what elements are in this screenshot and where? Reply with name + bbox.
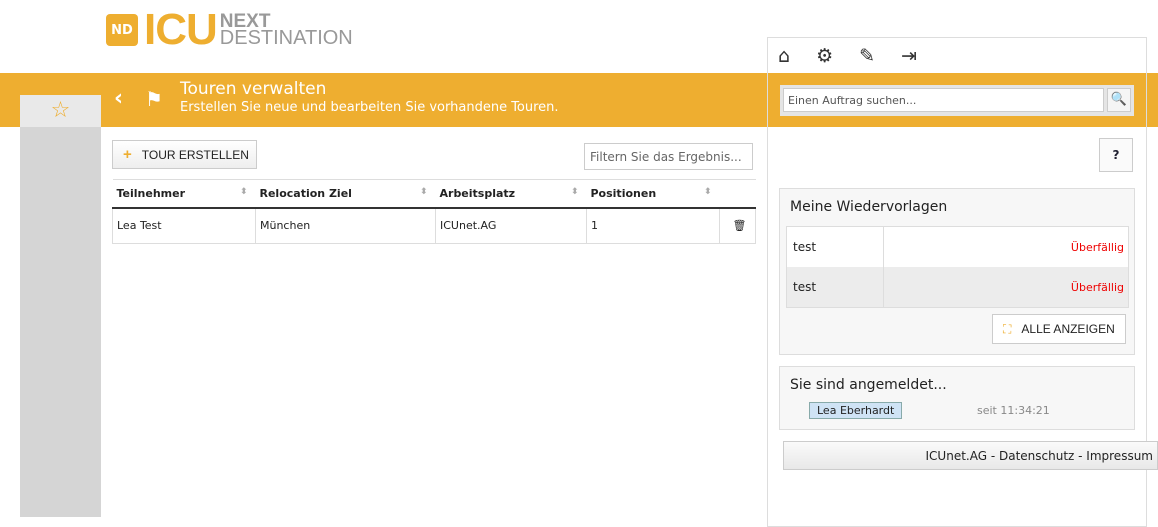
gear-icon[interactable]: ⚙ [816,45,833,67]
user-badge[interactable]: Lea Eberhardt [809,402,903,419]
panel-title: Sie sind angemeldet... [790,377,947,393]
logo-line2: DESTINATION [219,27,353,49]
filter-input[interactable] [584,143,753,170]
login-time: seit 11:34:21 [977,404,1050,417]
trash-icon[interactable]: 🗑 [719,207,756,244]
order-search-input[interactable] [783,88,1104,112]
create-tour-button[interactable]: + TOUR ERSTELLEN [112,140,257,169]
logout-icon[interactable]: ⇥ [901,45,917,67]
show-all-button[interactable]: ⛶ ALLE ANZEIGEN [992,314,1126,344]
footer-links[interactable]: ICUnet.AG - Datenschutz - Impressum [783,441,1158,470]
status-badge: Überfällig [1070,240,1124,254]
create-tour-label: TOUR ERSTELLEN [141,147,249,162]
column-header-ziel[interactable]: Relocation Ziel ⬍ [255,179,436,209]
order-search: 🔍 [780,85,1134,116]
list-item[interactable]: test Überfällig [787,227,1128,267]
column-header-teilnehmer[interactable]: Teilnehmer ⬍ [112,179,256,209]
wiedervorlagen-panel: Meine Wiedervorlagen test Überfällig test… [779,188,1135,355]
toolbar: ⌂ ⚙ ✎ ⇥ [778,45,917,67]
back-icon[interactable]: ‹ [114,86,123,111]
logo-mark: ND [106,14,138,46]
login-panel: Sie sind angemeldet... Lea Eberhardt sei… [779,366,1135,430]
column-header-arbeitsplatz[interactable]: Arbeitsplatz ⬍ [435,179,587,209]
status-badge: Überfällig [1070,280,1124,294]
logo-brand: ICU [144,5,218,54]
table-row[interactable]: Lea Test München ICUnet.AG 1 🗑 [112,207,756,244]
edit-icon[interactable]: ✎ [859,45,875,67]
page-subtitle: Erstellen Sie neue und bearbeiten Sie vo… [180,100,559,115]
column-header-positionen[interactable]: Positionen ⬍ [586,179,720,209]
column-header-actions [719,179,756,209]
star-icon[interactable]: ☆ [20,95,101,127]
flag-icon: ⚑ [145,87,163,111]
sort-icon: ⬍ [703,186,712,197]
logo: ND ICU NEXT DESTINATION [106,5,353,54]
sidebar [20,95,101,517]
sort-icon: ⬍ [239,186,248,197]
panel-title: Meine Wiedervorlagen [790,199,948,215]
list-item[interactable]: test Überfällig [787,267,1128,307]
page-title: Touren verwalten [180,79,327,99]
sort-icon: ⬍ [570,186,579,197]
tours-table: Teilnehmer ⬍ Relocation Ziel ⬍ Arbeitsplat… [112,179,756,244]
sort-icon: ⬍ [419,186,428,197]
help-button[interactable]: ? [1099,138,1133,172]
home-icon[interactable]: ⌂ [778,45,790,67]
search-icon[interactable]: 🔍 [1107,88,1131,112]
expand-icon: ⛶ [1003,321,1012,336]
plus-icon: + [123,146,132,163]
